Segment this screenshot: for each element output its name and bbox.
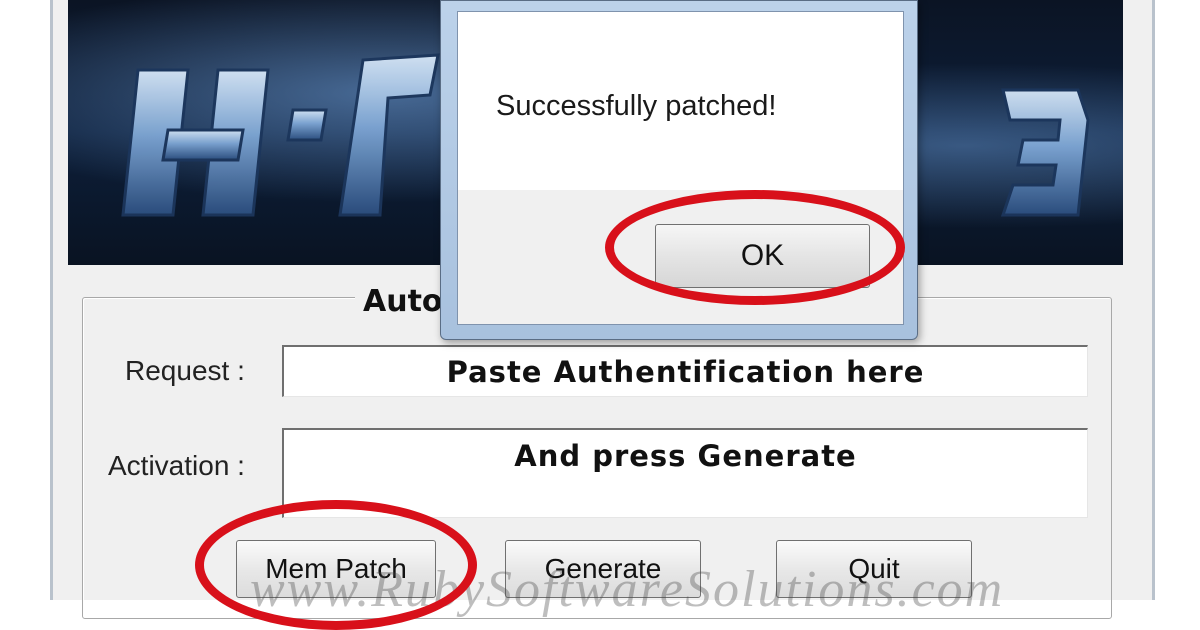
request-input[interactable]: Paste Authentification here xyxy=(282,345,1088,397)
request-label: Request : xyxy=(125,355,245,386)
ok-button[interactable]: OK xyxy=(655,224,870,288)
dialog-message: Successfully patched! xyxy=(496,90,777,122)
activation-label: Activation : xyxy=(108,450,245,481)
group-title: Auto xyxy=(355,284,451,319)
message-dialog: Successfully patched! OK xyxy=(440,0,918,340)
watermark-text: www.RubySoftwareSolutions.com xyxy=(250,561,1005,618)
activation-output[interactable]: And press Generate xyxy=(282,428,1088,518)
dialog-body: Successfully patched! OK xyxy=(457,11,904,325)
